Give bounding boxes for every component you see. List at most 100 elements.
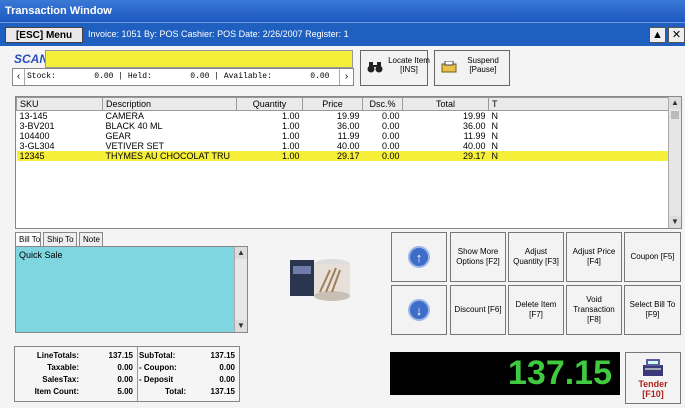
item-count-value: 5.00 [117, 387, 133, 396]
customer-notes-area[interactable]: Quick Sale ▲ ▼ [15, 246, 248, 333]
tab-note[interactable]: Note [79, 232, 103, 246]
table-cell: 29.17 [302, 151, 363, 161]
column-header[interactable]: Dsc.% [362, 97, 403, 111]
stock-text: Stock: 0.00 | Held: 0.00 | Available: 0.… [27, 72, 330, 81]
column-header[interactable]: SKU [16, 97, 103, 111]
table-cell: 36.00 [462, 121, 486, 131]
empty-row [17, 191, 669, 201]
suspend-icon [441, 60, 457, 76]
close-icon[interactable]: ✕ [668, 27, 685, 43]
scroll-up-arrow-icon[interactable]: ▲ [235, 247, 247, 259]
chevron-right-icon[interactable]: › [339, 69, 353, 85]
delete-item-button[interactable]: Delete Item [F7] [508, 285, 564, 335]
total-label: Total: [165, 387, 187, 396]
suspend-label: Suspend [Pause] [467, 56, 499, 74]
table-cell: 40.00 [462, 141, 486, 151]
stock-info-bar: ‹ Stock: 0.00 | Held: 0.00 | Available: … [12, 68, 354, 86]
chevron-left-icon[interactable]: ‹ [13, 69, 25, 85]
table-cell: 1.00 [281, 121, 300, 131]
adjust-price-button[interactable]: Adjust Price [F4] [566, 232, 622, 282]
table-row[interactable]: 12345 THYMES AU CHOCOLAT TRU 1.00 29.17 0.00… [16, 151, 669, 161]
move-down-button[interactable]: ↓ [391, 285, 447, 335]
scroll-down-arrow-icon[interactable]: ▼ [669, 216, 681, 228]
scan-input[interactable] [45, 50, 353, 68]
table-cell: GEAR [105, 131, 132, 141]
table-cell: 3-GL304 [19, 141, 55, 151]
table-row[interactable]: 3-BV201 BLACK 40 ML 1.00 36.00 0.00 36.00 N [17, 121, 669, 131]
void-transaction-button[interactable]: Void Transaction [F8] [566, 285, 622, 335]
table-cell: N [491, 111, 499, 121]
move-up-button[interactable]: ↑ [391, 232, 447, 282]
window-title: Transaction Window [5, 5, 112, 17]
scroll-down-arrow-icon[interactable]: ▼ [235, 320, 247, 332]
table-row[interactable]: 3-GL304 VETIVER SET 1.00 40.00 0.00 40.00 N [17, 141, 669, 151]
sales-tax-label: SalesTax: [42, 375, 79, 384]
sales-tax-value: 0.00 [117, 375, 133, 384]
grid-scrollbar[interactable]: ▲ ▼ [668, 97, 681, 228]
deposit-value: 0.00 [219, 375, 235, 384]
table-cell: 0.00 [381, 141, 400, 151]
select-bill-to-button[interactable]: Select Bill To [F9] [624, 285, 681, 335]
cash-register-icon [626, 357, 680, 379]
column-header[interactable]: Price [302, 97, 363, 111]
table-row[interactable]: 104400 GEAR 1.00 11.99 0.00 11.99 N [17, 131, 669, 141]
scroll-up-icon[interactable]: ▲ [649, 27, 666, 43]
table-cell: 29.17 [402, 151, 489, 161]
show-more-options-button[interactable]: Show More Options [F2] [450, 232, 506, 282]
table-cell: 36.00 [336, 121, 360, 131]
coupon-label: - Coupon: [139, 363, 177, 372]
table-cell: 12345 [16, 151, 103, 161]
coupon-button[interactable]: Coupon [F5] [624, 232, 681, 282]
tender-button[interactable]: Tender [F10] [625, 352, 681, 404]
locate-item-button[interactable]: Locate Item [INS] [360, 50, 430, 86]
discount-button[interactable]: Discount [F6] [450, 285, 506, 335]
table-cell: 1.00 [281, 131, 300, 141]
tab-bill-to[interactable]: Bill To [15, 232, 41, 246]
adjust-quantity-button[interactable]: Adjust Quantity [F3] [508, 232, 564, 282]
total-value: 137.15 [210, 387, 235, 396]
item-count-label: Item Count: [34, 387, 79, 396]
table-cell: 104400 [19, 131, 50, 141]
totals-divider [137, 347, 138, 401]
column-header[interactable]: Total [402, 97, 489, 111]
table-cell: 40.00 [336, 141, 360, 151]
subtotal-label: SubTotal: [139, 351, 176, 360]
table-cell: N [491, 141, 499, 151]
empty-row [17, 171, 669, 181]
column-header[interactable]: Description [102, 97, 237, 111]
locate-item-label: Locate Item [INS] [388, 56, 430, 74]
table-cell: 1.00 [281, 141, 300, 151]
line-totals-value: 137.15 [108, 351, 133, 360]
scan-label: SCAN [14, 52, 49, 66]
table-cell: 0.00 [381, 121, 400, 131]
total-display-amount: 137.15 [508, 354, 612, 392]
table-cell: 13-145 [19, 111, 48, 121]
items-grid: SKU Description Quantity Price Dsc.% Tot… [15, 96, 682, 229]
taxable-value: 0.00 [117, 363, 133, 372]
tab-ship-to[interactable]: Ship To [43, 232, 77, 246]
table-cell: 0.00 [381, 131, 400, 141]
table-cell: 0.00 [381, 111, 400, 121]
table-cell: 11.99 [337, 131, 360, 141]
column-header[interactable]: Quantity [236, 97, 303, 111]
table-cell: 11.99 [463, 131, 486, 141]
taxable-label: Taxable: [47, 363, 79, 372]
suspend-button[interactable]: Suspend [Pause] [434, 50, 510, 86]
scroll-up-arrow-icon[interactable]: ▲ [669, 97, 681, 109]
table-cell: 1.00 [236, 151, 303, 161]
table-cell: 0.00 [362, 151, 403, 161]
scroll-thumb[interactable] [671, 111, 679, 119]
notes-text: Quick Sale [19, 250, 63, 260]
totals-panel: LineTotals: 137.15 Taxable: 0.00 SalesTa… [14, 346, 240, 402]
esc-menu-button[interactable]: [ESC] Menu [5, 27, 83, 43]
empty-row [17, 201, 669, 211]
empty-row [17, 161, 669, 171]
table-cell: CAMERA [105, 111, 145, 121]
total-display: 137.15 [390, 352, 620, 395]
column-header[interactable]: T [488, 97, 669, 111]
window-title-bar: Transaction Window [0, 0, 685, 22]
arrow-down-icon: ↓ [408, 299, 430, 321]
notes-scrollbar[interactable]: ▲ ▼ [234, 247, 247, 332]
table-row[interactable]: 13-145 CAMERA 1.00 19.99 0.00 19.99 N [17, 111, 669, 122]
table-header-row: SKU Description Quantity Price Dsc.% Tot… [16, 97, 669, 111]
